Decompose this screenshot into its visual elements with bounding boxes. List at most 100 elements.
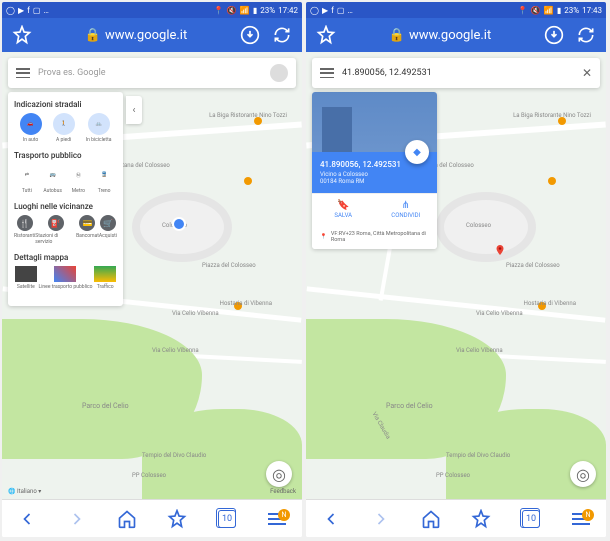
status-right-icons: 📍 🔇 📶 ▮ 23% 17:43	[518, 6, 602, 15]
satellite-icon	[15, 266, 37, 282]
directions-walk[interactable]: 🚶A piedi	[53, 113, 75, 143]
metro-icon: Ⓜ	[67, 164, 89, 186]
feedback-link[interactable]: Feedback	[270, 488, 296, 495]
browser-toolbar: 🔒 www.google.it	[2, 18, 302, 52]
share-icon: ⋔	[379, 200, 434, 211]
place-info-card: ◆ 41.890056, 12.492531 Vicino a Colosseo…	[312, 92, 437, 249]
directions-bike[interactable]: 🚲In bicicletta	[86, 113, 112, 143]
menu-icon[interactable]	[16, 68, 30, 78]
download-button[interactable]	[240, 25, 260, 45]
battery-text: 23%	[260, 6, 275, 15]
dropped-pin[interactable]	[494, 242, 506, 254]
card-actions: 🔖 SALVA ⋔ CONDIVIDI	[312, 193, 437, 225]
walk-icon: 🚶	[53, 113, 75, 135]
map-label-via1b: Via Celio Vibenna	[152, 347, 199, 354]
nearby-gas[interactable]: ⛽Stazioni di servizio	[35, 215, 76, 245]
search-input[interactable]: 41.890056, 12.492531	[342, 68, 574, 78]
directions-icon: ◆	[413, 147, 421, 158]
transit-bus[interactable]: 🚌Autobus	[42, 164, 64, 194]
back-button[interactable]	[317, 505, 345, 533]
map-area-right[interactable]: M Colosseo Piazza del Colosseo Via Celio…	[306, 52, 606, 499]
address-row: 📍 VF:RV+23 Roma, Città Metropolitana di …	[312, 225, 437, 249]
url-text: www.google.it	[105, 28, 187, 43]
map-label-piazza: Piazza del Colosseo	[202, 262, 256, 269]
menu-button[interactable]: N	[567, 505, 595, 533]
transit-train[interactable]: 🚆Treno	[93, 164, 115, 194]
home-button[interactable]	[113, 505, 141, 533]
transit-metro[interactable]: ⓂMetro	[67, 164, 89, 194]
location-marker	[172, 217, 186, 231]
bus-icon: 🚌	[42, 164, 64, 186]
nearby-restaurants[interactable]: 🍴Ristoranti	[14, 215, 35, 245]
status-bar: ◯ ▶ f ▢ … 📍 🔇 📶 ▮ 23% 17:42	[2, 2, 302, 18]
map-label-biga: La Biga Ristorante Nino Tozzi	[513, 112, 591, 119]
map-label-tempio: Tempio del Divo Claudio	[446, 452, 510, 459]
nearby-atm[interactable]: 💳Bancomat	[76, 215, 99, 245]
clock-text: 17:43	[582, 6, 602, 15]
share-button[interactable]: ⋔ CONDIVIDI	[375, 194, 438, 225]
panel-footer: 🌐 Italiano ▾ Feedback	[8, 488, 296, 495]
map-label-via1: Via Celio Vibenna	[172, 310, 219, 317]
tabs-button[interactable]: 10	[213, 505, 241, 533]
map-label-parco: Parco del Celio	[82, 402, 129, 410]
bookmark-star-button[interactable]	[316, 25, 336, 45]
home-button[interactable]	[417, 505, 445, 533]
traffic-icon	[94, 266, 116, 282]
near-text: Vicino a Colosseo	[320, 171, 429, 178]
map-label-piazza: Piazza del Colosseo	[506, 262, 560, 269]
save-button[interactable]: 🔖 SALVA	[312, 194, 375, 225]
search-input[interactable]: Prova es. Google	[38, 68, 262, 78]
menu-icon[interactable]	[320, 68, 334, 78]
map-label-biga: La Biga Ristorante Nino Tozzi	[209, 112, 287, 119]
bookmark-star-button[interactable]	[12, 25, 32, 45]
gas-icon: ⛽	[48, 215, 64, 231]
tabs-button[interactable]: 10	[517, 505, 545, 533]
map-search-bar[interactable]: Prova es. Google	[8, 58, 296, 88]
bookmarks-button[interactable]	[467, 505, 495, 533]
language-selector[interactable]: 🌐 Italiano ▾	[8, 488, 41, 495]
restaurant-icon: 🍴	[17, 215, 33, 231]
more-icon: …	[43, 6, 48, 15]
refresh-button[interactable]	[272, 25, 292, 45]
map-label-pp: PP Colosseo	[132, 472, 166, 479]
back-button[interactable]	[13, 505, 41, 533]
map-search-bar[interactable]: 41.890056, 12.492531 ✕	[312, 58, 600, 88]
facebook-icon: f	[27, 6, 30, 15]
url-bar[interactable]: 🔒 www.google.it	[44, 28, 228, 43]
address-text: VF:RV+23 Roma, Città Metropolitana di Ro…	[331, 231, 429, 243]
url-bar[interactable]: 🔒 www.google.it	[348, 28, 532, 43]
status-bar: ◯ ▶ f ▢ … 📍 🔇 📶 ▮ 23% 17:43	[306, 2, 606, 18]
layer-transit[interactable]: Linee trasporto pubblico	[39, 266, 93, 290]
directions-car[interactable]: 🚗In auto	[20, 113, 42, 143]
download-button[interactable]	[544, 25, 564, 45]
details-title: Dettagli mappa	[14, 253, 117, 262]
map-area-left[interactable]: M Colosseo Piazza del Colosseo Via Celio…	[2, 52, 302, 499]
forward-button[interactable]	[63, 505, 91, 533]
transit-all[interactable]: ⇄Tutti	[16, 164, 38, 194]
clear-search-button[interactable]: ✕	[582, 66, 592, 80]
nearby-shop[interactable]: 🛒Acquisti	[99, 215, 117, 245]
my-location-button[interactable]: ◎	[266, 461, 292, 487]
poi-icon	[548, 177, 556, 185]
refresh-button[interactable]	[576, 25, 596, 45]
directions-fab[interactable]: ◆	[405, 140, 429, 164]
mute-icon: 🔇	[531, 6, 541, 15]
bookmarks-button[interactable]	[163, 505, 191, 533]
menu-button[interactable]: N	[263, 505, 291, 533]
layer-satellite[interactable]: Satellite	[15, 266, 37, 290]
collapse-panel-button[interactable]: ‹	[126, 96, 142, 124]
browser-nav-bar: 10 N	[2, 499, 302, 537]
map-label-hostaria: Hostaria di Vibenna	[220, 300, 272, 307]
profile-avatar[interactable]	[270, 64, 288, 82]
chevron-left-icon: ‹	[132, 105, 135, 116]
train-icon: 🚆	[93, 164, 115, 186]
map-label-via1: Via Celio Vibenna	[476, 310, 523, 317]
browser-nav-bar: 10 N	[306, 499, 606, 537]
status-left-icons: ◯ ▶ f ▢ …	[310, 6, 353, 15]
transit-title: Trasporto pubblico	[14, 151, 117, 160]
forward-button[interactable]	[367, 505, 395, 533]
browser-toolbar: 🔒 www.google.it	[306, 18, 606, 52]
my-location-button[interactable]: ◎	[570, 461, 596, 487]
layer-traffic[interactable]: Traffico	[94, 266, 116, 290]
all-icon: ⇄	[16, 164, 38, 186]
